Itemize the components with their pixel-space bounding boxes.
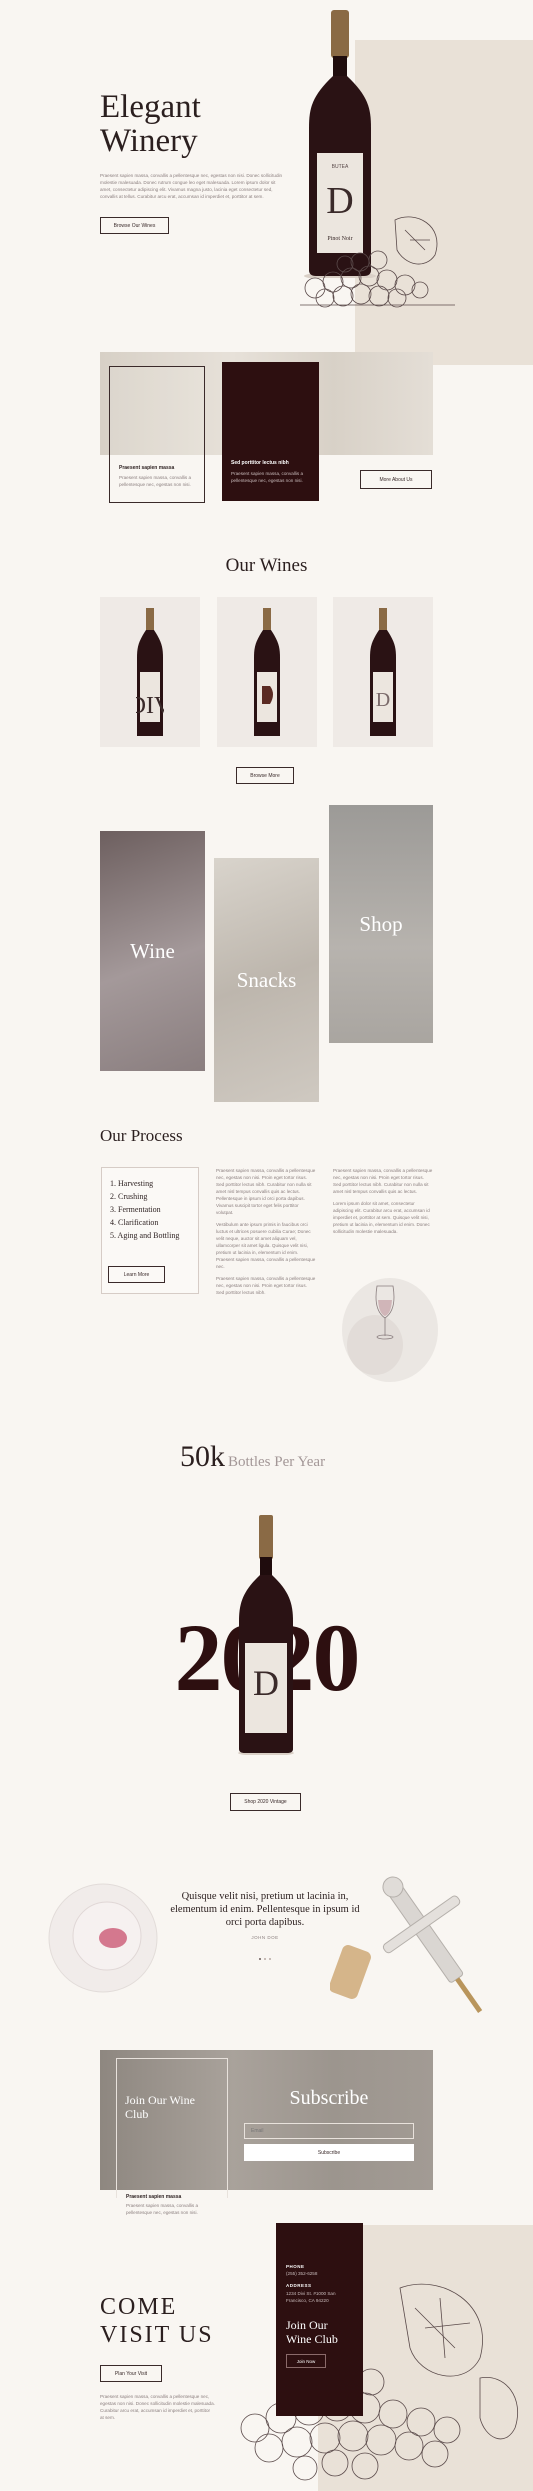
wine-bottle-3-image: D: [370, 608, 396, 736]
process-col2: Praesent sapien massa, convallis a pelle…: [333, 1167, 433, 1235]
stats-label: Bottles Per Year: [228, 1454, 326, 1470]
visit-heading: COME VISIT US: [100, 2293, 214, 2349]
hero-title: Elegant Winery: [100, 90, 201, 158]
plan-visit-button[interactable]: Plan Your Visit: [100, 2365, 162, 2382]
hero-title-line2: Winery: [100, 123, 198, 159]
address-label: ADDRESS: [286, 2283, 312, 2288]
process-col1-p3: Praesent sapien massa, convallis a pelle…: [216, 1276, 316, 1295]
process-col2-p2: Lorem ipsum dolor sit amet, consectetur …: [333, 1201, 430, 1234]
more-about-button[interactable]: More About Us: [360, 470, 432, 489]
category-snacks[interactable]: Snacks: [214, 858, 319, 1102]
process-step-3: 3. Fermentation: [110, 1205, 161, 1214]
club-card-title: Praesent sapien massa: [126, 2194, 182, 2200]
slider-dot-2[interactable]: [264, 1958, 266, 1960]
corkscrew-image: [330, 1876, 483, 2013]
svg-text:D: D: [253, 1663, 279, 1703]
process-col2-p1: Praesent sapien massa, convallis a pelle…: [333, 1168, 433, 1194]
join-now-button[interactable]: Join Now: [286, 2354, 326, 2368]
category-snacks-label: Snacks: [236, 967, 297, 992]
subscribe-heading: Subscribe: [289, 2087, 369, 2109]
svg-text:D: D: [376, 689, 390, 711]
process-step-2: 2. Crushing: [110, 1192, 148, 1201]
visit-body: Praesent sapien massa, convallis a pelle…: [100, 2394, 215, 2420]
wine-glass-watercolor: [342, 1278, 438, 1382]
subscribe-button[interactable]: Subscribe: [244, 2144, 414, 2161]
grapes-illustration: [300, 216, 455, 308]
hero-beige-panel: [355, 40, 533, 365]
browse-more-button[interactable]: Browse More: [236, 767, 294, 784]
hero-body: Praesent sapien massa, convallis a pelle…: [100, 173, 283, 199]
wine-bottle-2-image: [254, 608, 280, 736]
category-shop-label: Shop: [359, 911, 403, 936]
stats-number: 50k: [180, 1440, 225, 1473]
category-wine-label: Wine: [130, 938, 175, 963]
slider-dot-3[interactable]: [269, 1958, 271, 1960]
wine-bottle-1-image: DIV: [136, 608, 164, 736]
hero-bottle-brand: BUTEA: [332, 164, 349, 170]
shop-vintage-button[interactable]: Shop 2020 Vintage: [230, 1793, 301, 1811]
slider-dot-1[interactable]: [259, 1958, 261, 1960]
club-title: Join Our Wine Club: [125, 2093, 195, 2121]
browse-wines-button[interactable]: Browse Our Wines: [100, 217, 169, 234]
process-step-5: 5. Aging and Bottling: [110, 1231, 180, 1240]
phone-value[interactable]: (255) 352-6258: [286, 2271, 353, 2276]
about-card2-title: Sed porttitor lectus nibh: [231, 460, 289, 466]
club-frame: [116, 2058, 228, 2198]
about-card1-title: Praesent sapien massa: [119, 465, 175, 471]
visit-heading-line1: COME: [100, 2294, 178, 2320]
wine-glass-topdown-image: [48, 1883, 158, 1993]
process-heading: Our Process: [100, 1126, 183, 1145]
phone-label: PHONE: [286, 2264, 305, 2269]
process-col1-p1: Praesent sapien massa, convallis a pelle…: [216, 1168, 316, 1215]
visit-info-card: PHONE (255) 352-6258 ADDRESS 1234 Divi S…: [276, 2223, 363, 2416]
visit-club-title: Join Our Wine Club: [286, 2318, 338, 2346]
vintage-bottle-image: D: [238, 1515, 294, 1755]
club-card-body: Praesent sapien massa, convallis a pelle…: [126, 2203, 199, 2215]
about-card1-body: Praesent sapien massa, convallis a pelle…: [119, 475, 192, 487]
hero-title-line1: Elegant: [100, 89, 201, 125]
process-step-4: 4. Clarification: [110, 1218, 159, 1227]
process-col1: Praesent sapien massa, convallis a pelle…: [216, 1167, 316, 1296]
process-step-1: 1. Harvesting: [110, 1179, 154, 1188]
address-value: 1234 Divi St. #1000 San Francisco, CA 94…: [286, 2291, 336, 2303]
category-shop[interactable]: Shop: [329, 805, 433, 1043]
svg-text:DIV: DIV: [136, 693, 164, 719]
category-wine[interactable]: Wine: [100, 831, 205, 1071]
stats-line: 50k Bottles Per Year: [180, 1440, 325, 1474]
process-learn-more-button[interactable]: Learn More: [108, 1266, 165, 1283]
email-input[interactable]: [244, 2123, 414, 2139]
wines-heading: Our Wines: [225, 555, 308, 576]
about-card2-body: Praesent sapien massa, convallis a pelle…: [231, 471, 304, 483]
visit-grapes-illustration: [240, 2283, 518, 2481]
process-col1-p2: Vestibulum ante ipsum primis in faucibus…: [216, 1222, 316, 1269]
visit-heading-line2: VISIT US: [100, 2322, 214, 2348]
